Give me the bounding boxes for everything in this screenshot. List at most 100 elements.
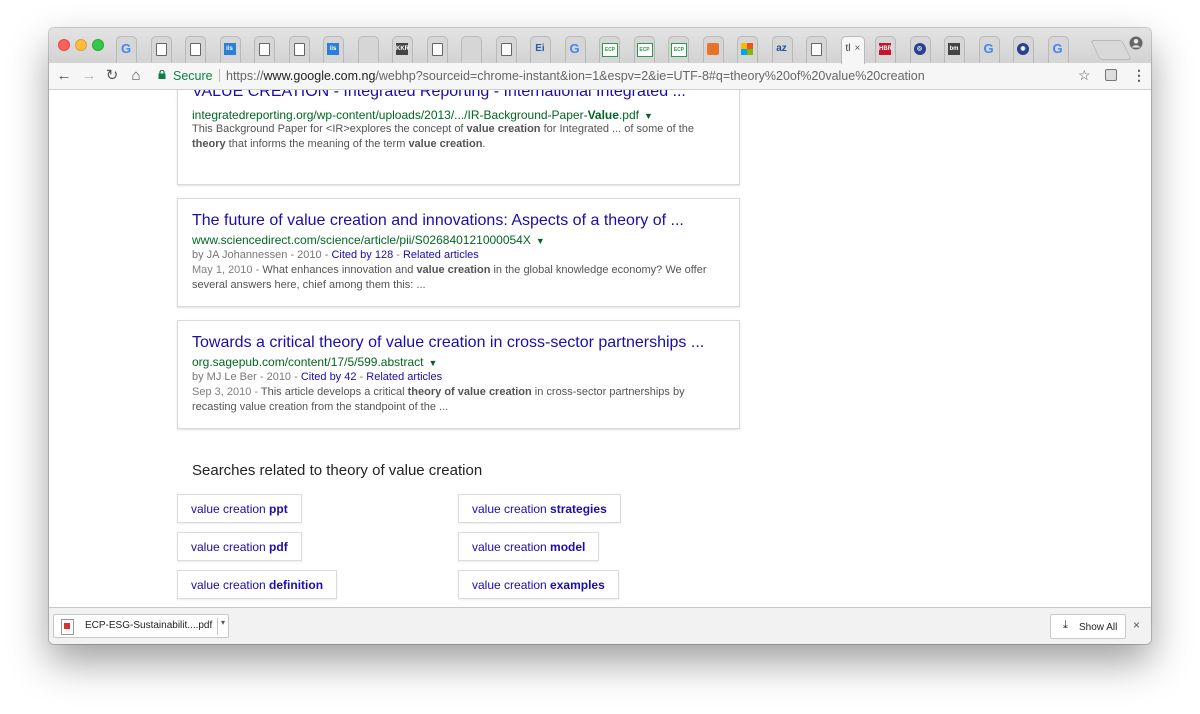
result-title-link[interactable]: The future of value creation and innovat…	[192, 212, 684, 230]
result-url[interactable]: org.sagepub.com/content/17/5/599.abstrac…	[192, 355, 437, 369]
address-separator	[219, 69, 220, 82]
download-shelf: ECP-ESG-Sustainabilit....pdf ▾ ⤓ Show Al…	[49, 607, 1151, 644]
browser-tab[interactable]	[426, 36, 448, 63]
related-search-link[interactable]: value creation strategies	[458, 494, 621, 523]
home-button[interactable]: ⌂	[127, 67, 145, 85]
minimize-window-button[interactable]	[75, 39, 87, 51]
related-search-bold: ppt	[269, 502, 288, 516]
browser-tab[interactable]: ECP	[633, 36, 655, 63]
browser-tab[interactable]: Ei	[530, 36, 551, 63]
bookmark-star-icon[interactable]: ☆	[1078, 67, 1091, 84]
browser-tab[interactable]	[461, 36, 482, 63]
search-results-page: VALUE CREATION - Integrated Reporting - …	[49, 90, 1151, 607]
new-tab-button[interactable]	[1090, 40, 1132, 60]
url-dropdown-icon[interactable]: ▼	[429, 358, 438, 368]
show-all-downloads-button[interactable]: ⤓ Show All	[1050, 614, 1126, 639]
browser-tab[interactable]: G	[1047, 36, 1069, 63]
google-icon: G	[983, 41, 994, 56]
back-button[interactable]: ←	[55, 67, 73, 85]
chrome-menu-icon[interactable]: ⋮	[1132, 67, 1146, 84]
browser-tab[interactable]	[702, 36, 724, 63]
tab-close-icon[interactable]: ×	[855, 43, 861, 54]
result-url[interactable]: www.sciencedirect.com/science/article/pi…	[192, 233, 545, 247]
browser-tab[interactable]	[254, 36, 275, 63]
browser-tab[interactable]: tl ×	[840, 36, 865, 64]
ecp-icon: ECP	[636, 43, 653, 57]
related-search-base: value creation	[472, 540, 551, 554]
close-window-button[interactable]	[58, 39, 70, 51]
google-icon: G	[569, 41, 580, 56]
download-options-chevron-icon[interactable]: ▾	[217, 618, 225, 635]
browser-tab[interactable]: bm	[944, 36, 965, 63]
related-search-link[interactable]: value creation definition	[177, 570, 338, 599]
document-icon	[500, 43, 512, 56]
browser-tab[interactable]: az	[771, 36, 793, 63]
google-icon: G	[120, 41, 132, 56]
browser-tab[interactable]: ◉	[1013, 36, 1034, 63]
related-search-link[interactable]: value creation ppt	[177, 494, 302, 523]
related-search-bold: examples	[550, 578, 605, 592]
result-title-link[interactable]: VALUE CREATION - Integrated Reporting - …	[192, 90, 686, 101]
document-icon	[259, 43, 270, 56]
result-title-link[interactable]: Towards a critical theory of value creat…	[192, 334, 704, 352]
browser-tab[interactable]: G	[978, 36, 1000, 63]
browser-tab[interactable]: HBR	[875, 36, 896, 63]
url-dropdown-icon[interactable]: ▼	[644, 111, 653, 121]
result-card: Towards a critical theory of value creat…	[177, 320, 740, 429]
az-icon: az	[776, 43, 787, 54]
document-icon	[190, 43, 201, 56]
address-bar[interactable]: Secure https://www.google.com.ng/webhp?s…	[152, 65, 1087, 86]
cited-by-link[interactable]: Cited by 42	[301, 371, 357, 383]
secure-label: Secure	[173, 69, 213, 83]
result-url[interactable]: integratedreporting.org/wp-content/uploa…	[192, 108, 653, 122]
related-search-link[interactable]: value creation pdf	[177, 532, 302, 561]
ecp-icon: ECP	[602, 43, 618, 57]
browser-tab[interactable]: G	[564, 36, 586, 63]
related-articles-link[interactable]: Related articles	[366, 371, 442, 383]
microsoft-icon	[741, 43, 753, 55]
result-snippet: May 1, 2010 - What enhances innovation a…	[192, 264, 707, 291]
close-download-shelf-icon[interactable]: ×	[1133, 618, 1140, 632]
browser-tab[interactable]	[288, 36, 310, 63]
download-item[interactable]: ECP-ESG-Sustainabilit....pdf ▾	[53, 614, 229, 638]
show-all-label: Show All	[1079, 622, 1118, 633]
browser-tab[interactable]	[495, 36, 517, 63]
browser-tab[interactable]: G	[116, 36, 137, 63]
browser-tab[interactable]: iis	[219, 36, 241, 63]
browser-tab[interactable]: ECP	[599, 36, 620, 63]
browser-tab[interactable]	[185, 36, 206, 63]
ei-icon: Ei	[535, 43, 545, 54]
pdf-file-icon	[61, 619, 74, 635]
url-text[interactable]: https://www.google.com.ng/webhp?sourceid…	[226, 69, 925, 83]
browser-tab[interactable]: KKR	[392, 36, 413, 63]
result-meta: by JA Johannessen - 2010 - Cited by 128 …	[192, 249, 479, 261]
cited-by-link[interactable]: Cited by 128	[331, 249, 393, 261]
profile-icon[interactable]	[1129, 36, 1143, 50]
kkr-icon: KKR	[396, 43, 409, 55]
browser-tab[interactable]	[150, 36, 172, 63]
hbr-icon: HBR	[879, 43, 892, 55]
related-articles-link[interactable]: Related articles	[403, 249, 479, 261]
browser-tab[interactable]: ECP	[668, 36, 689, 63]
browser-tab[interactable]: ◎	[909, 36, 931, 63]
browser-tab[interactable]	[806, 36, 827, 63]
tab-strip: Giis iis KKR Ei G ECP ECP ECP az tl × HBR ◎ bm G ◉ G	[49, 28, 1151, 64]
orange-icon	[706, 43, 719, 55]
browser-tab[interactable]: iis	[323, 36, 344, 63]
iis-icon: iis	[327, 43, 339, 55]
zoom-window-button[interactable]	[92, 39, 104, 51]
toolbar: ← → ↻ ⌂ Secure https://www.google.com.ng…	[49, 63, 1151, 90]
circle-icon: ◎	[913, 43, 926, 55]
related-search-link[interactable]: value creation model	[458, 532, 600, 561]
globe-icon	[465, 43, 477, 55]
related-search-link[interactable]: value creation examples	[458, 570, 619, 599]
browser-window: Giis iis KKR Ei G ECP ECP ECP az tl × HBR ◎ bm G ◉ G ← →…	[49, 28, 1151, 644]
forward-button[interactable]: →	[80, 67, 98, 85]
url-dropdown-icon[interactable]: ▼	[536, 236, 545, 246]
browser-tab[interactable]	[357, 36, 379, 63]
reload-button[interactable]: ↻	[103, 67, 121, 85]
related-search-base: value creation	[191, 578, 270, 592]
lock-icon	[158, 70, 166, 79]
extension-icon[interactable]	[1105, 69, 1117, 81]
browser-tab[interactable]	[737, 36, 758, 63]
